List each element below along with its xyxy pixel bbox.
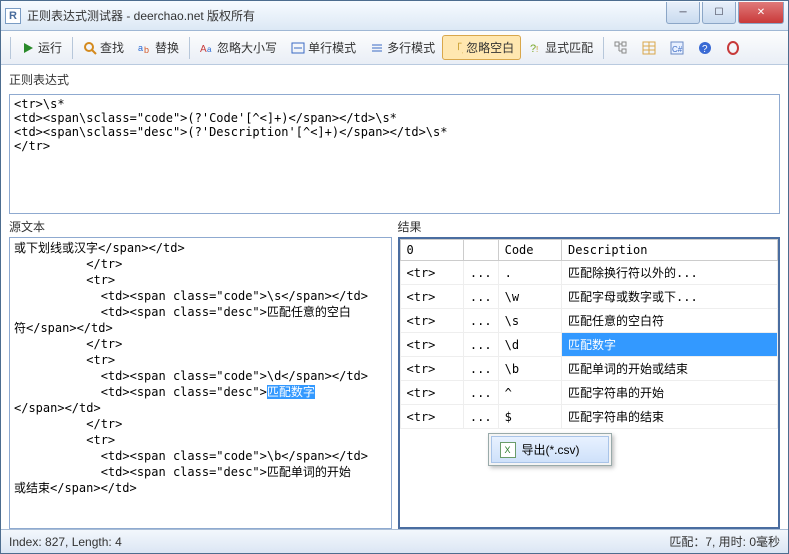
status-bar: Index: 827, Length: 4 匹配：7, 用时: 0毫秒: [1, 529, 788, 553]
col-0-header[interactable]: 0: [400, 240, 463, 261]
source-pane: 源文本 或下划线或汉字</span></td> </tr> <tr> <td><…: [9, 218, 392, 529]
opera-icon: [726, 41, 740, 55]
search-icon: [83, 41, 97, 55]
multi-line-icon: [370, 41, 384, 55]
multi-line-button[interactable]: 多行模式: [363, 35, 442, 60]
tree-icon: [614, 41, 628, 55]
replace-button[interactable]: ab 替换: [131, 35, 186, 60]
ignore-space-button[interactable]: 「」 忽略空白: [442, 35, 521, 60]
close-button[interactable]: ✕: [738, 2, 784, 24]
ignore-case-button[interactable]: Aa 忽略大小写: [193, 35, 284, 60]
replace-label: 替换: [155, 39, 179, 56]
help-icon: ?: [698, 41, 712, 55]
regex-input[interactable]: [9, 94, 780, 214]
svg-text:a: a: [207, 45, 212, 54]
table-icon: [642, 41, 656, 55]
split-pane: 源文本 或下划线或汉字</span></td> </tr> <tr> <td><…: [9, 218, 780, 529]
single-line-icon: [291, 41, 305, 55]
minimize-button[interactable]: ─: [666, 2, 700, 24]
single-line-button[interactable]: 单行模式: [284, 35, 363, 60]
ignore-space-label: 忽略空白: [466, 39, 514, 56]
table-row[interactable]: <tr>...\d匹配数字: [400, 333, 778, 357]
result-container: 0 Code Description <tr>....匹配除换行符以外的...<…: [398, 237, 781, 529]
svg-text:A: A: [200, 44, 207, 55]
regex-label: 正则表达式: [9, 71, 780, 88]
table-view-button[interactable]: [635, 37, 663, 59]
app-window: R 正则表达式测试器 - deerchao.net 版权所有 ─ ☐ ✕ 运行 …: [0, 0, 789, 554]
status-right: 匹配：7, 用时: 0毫秒: [669, 533, 780, 550]
case-icon: Aa: [200, 41, 214, 55]
find-label: 查找: [100, 39, 124, 56]
table-row[interactable]: <tr>...$匹配字符串的结束: [400, 405, 778, 429]
svg-text:a: a: [138, 43, 143, 53]
question-icon: ?!: [528, 41, 542, 55]
find-button[interactable]: 查找: [76, 35, 131, 60]
explicit-match-button[interactable]: ?! 显式匹配: [521, 35, 600, 60]
svg-text:?: ?: [702, 44, 708, 55]
maximize-button[interactable]: ☐: [702, 2, 736, 24]
space-icon: 「」: [449, 41, 463, 55]
svg-text:b: b: [144, 45, 149, 55]
result-pane: 结果 0 Code Description <tr>....匹配除换行符以外的.…: [398, 218, 781, 529]
table-row[interactable]: <tr>...\s匹配任意的空白符: [400, 309, 778, 333]
explicit-match-label: 显式匹配: [545, 39, 593, 56]
export-csv-item[interactable]: X 导出(*.csv): [491, 436, 609, 463]
table-header-row: 0 Code Description: [400, 240, 778, 261]
run-label: 运行: [38, 39, 62, 56]
col-code-header[interactable]: Code: [498, 240, 561, 261]
replace-icon: ab: [138, 41, 152, 55]
ignore-case-label: 忽略大小写: [217, 39, 277, 56]
code-button[interactable]: C#: [663, 37, 691, 59]
svg-text:「」: 「」: [451, 42, 463, 55]
source-label: 源文本: [9, 218, 392, 235]
single-line-label: 单行模式: [308, 39, 356, 56]
table-row[interactable]: <tr>...\b匹配单词的开始或结束: [400, 357, 778, 381]
source-text[interactable]: 或下划线或汉字</span></td> </tr> <tr> <td><span…: [9, 237, 392, 529]
excel-icon: X: [500, 442, 516, 458]
run-button[interactable]: 运行: [14, 35, 69, 60]
window-controls: ─ ☐ ✕: [666, 2, 784, 24]
multi-line-label: 多行模式: [387, 39, 435, 56]
export-label: 导出(*.csv): [522, 441, 580, 458]
title-bar: R 正则表达式测试器 - deerchao.net 版权所有 ─ ☐ ✕: [1, 1, 788, 31]
result-label: 结果: [398, 218, 781, 235]
svg-text:!: !: [536, 45, 538, 54]
status-left: Index: 827, Length: 4: [9, 535, 122, 549]
csharp-icon: C#: [670, 41, 684, 55]
table-row[interactable]: <tr>...^匹配字符串的开始: [400, 381, 778, 405]
tree-view-button[interactable]: [607, 37, 635, 59]
window-title: 正则表达式测试器 - deerchao.net 版权所有: [27, 7, 666, 24]
svg-text:C#: C#: [672, 45, 683, 54]
result-table: 0 Code Description <tr>....匹配除换行符以外的...<…: [400, 239, 779, 429]
context-menu: X 导出(*.csv): [488, 433, 612, 466]
app-icon: R: [5, 8, 21, 24]
table-row[interactable]: <tr>...\w匹配字母或数字或下...: [400, 285, 778, 309]
table-row[interactable]: <tr>....匹配除换行符以外的...: [400, 261, 778, 285]
play-icon: [21, 41, 35, 55]
browser-button[interactable]: [719, 37, 747, 59]
help-button[interactable]: ?: [691, 37, 719, 59]
content-area: 正则表达式 源文本 或下划线或汉字</span></td> </tr> <tr>…: [1, 65, 788, 529]
col-desc-header[interactable]: Description: [562, 240, 778, 261]
toolbar: 运行 查找 ab 替换 Aa 忽略大小写 单行模式 多行模式 「」 忽略空白: [1, 31, 788, 65]
